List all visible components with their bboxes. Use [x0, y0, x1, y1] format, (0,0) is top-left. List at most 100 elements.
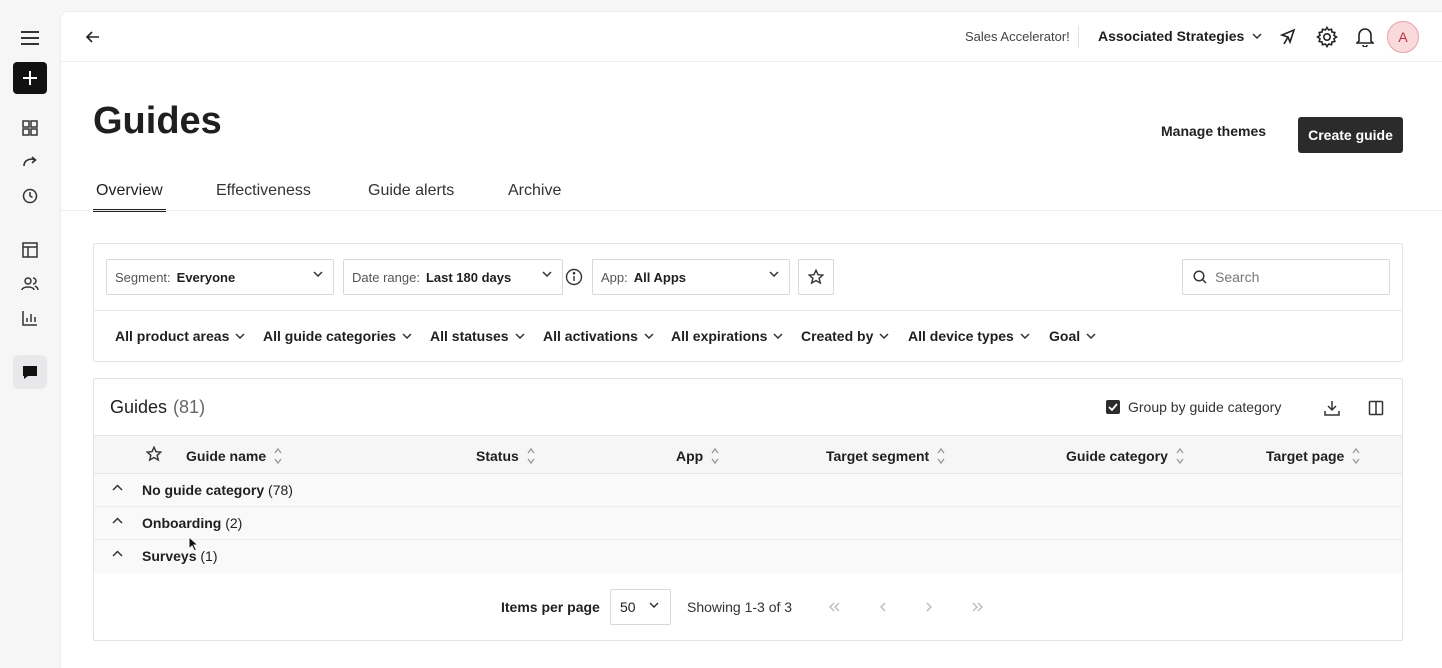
column-label: Guide category: [1066, 448, 1168, 464]
column-header-target-page[interactable]: Target page: [1266, 447, 1360, 465]
sort-icon: [274, 447, 282, 465]
dashboard-icon[interactable]: [13, 111, 47, 145]
filters-panel: Segment: Everyone Date range: Last 180 d…: [93, 243, 1403, 362]
group-label: Onboarding (2): [142, 515, 242, 531]
filter-label: All statuses: [430, 328, 509, 344]
chevron-down-icon: [879, 333, 889, 339]
showing-range: Showing 1-3 of 3: [687, 599, 793, 615]
bell-icon[interactable]: [1353, 25, 1377, 49]
chevron-up-icon[interactable]: [112, 484, 123, 491]
account-name: Associated Strategies: [1098, 28, 1245, 44]
filter-label: All product areas: [115, 328, 230, 344]
app-value: All Apps: [633, 269, 686, 285]
group-row[interactable]: Surveys (1): [94, 540, 1402, 573]
sort-icon: [527, 447, 535, 465]
sort-icon: [937, 447, 945, 465]
app-dropdown[interactable]: App: All Apps: [592, 259, 790, 295]
layout-icon[interactable]: [13, 233, 47, 267]
filter-expirations[interactable]: All expirations: [671, 328, 783, 344]
filters-divider: [94, 310, 1402, 311]
page-title: Guides: [93, 100, 222, 142]
filter-device-types[interactable]: All device types: [908, 328, 1030, 344]
column-header-target-segment[interactable]: Target segment: [826, 447, 945, 465]
star-icon: [808, 269, 824, 285]
column-header-app[interactable]: App: [676, 447, 719, 465]
info-icon[interactable]: [565, 268, 583, 286]
sort-icon: [1352, 447, 1360, 465]
guides-table-card: Guides (81) Group by guide category Guide…: [93, 378, 1403, 641]
analytics-bars-icon[interactable]: [13, 301, 47, 335]
items-per-page-select[interactable]: 50: [610, 589, 671, 625]
first-page-icon[interactable]: [826, 598, 844, 616]
date-range-label: Date range:: [352, 269, 420, 285]
group-row[interactable]: Onboarding (2): [94, 507, 1402, 540]
table-title-text: Guides: [110, 397, 168, 417]
favorite-filter-button[interactable]: [798, 259, 834, 295]
hamburger-menu-icon[interactable]: [13, 21, 47, 55]
column-header-status[interactable]: Status: [476, 447, 535, 465]
chevron-down-icon: [313, 271, 323, 277]
filter-created-by[interactable]: Created by: [801, 328, 889, 344]
account-switcher[interactable]: Associated Strategies: [1098, 28, 1262, 44]
user-avatar[interactable]: A: [1387, 21, 1419, 53]
tab-guide-alerts[interactable]: Guide alerts: [368, 182, 454, 212]
next-page-icon[interactable]: [920, 598, 938, 616]
filter-guide-categories[interactable]: All guide categories: [263, 328, 412, 344]
date-range-dropdown[interactable]: Date range: Last 180 days: [343, 259, 563, 295]
redirect-arrow-icon[interactable]: [13, 145, 47, 179]
column-header-guide-name[interactable]: Guide name: [186, 447, 282, 465]
top-bar: Sales Accelerator! Associated Strategies…: [61, 12, 1442, 62]
app-label: App:: [601, 269, 628, 285]
group-row[interactable]: No guide category (78): [94, 474, 1402, 507]
back-arrow-icon[interactable]: [81, 25, 105, 49]
table-count: (81): [173, 397, 206, 417]
chevron-down-icon: [402, 333, 412, 339]
chevron-down-icon: [769, 271, 779, 277]
filter-label: Created by: [801, 328, 874, 344]
group-by-category-toggle[interactable]: Group by guide category: [1106, 399, 1281, 415]
download-icon[interactable]: [1322, 398, 1342, 418]
tab-archive[interactable]: Archive: [508, 182, 561, 212]
guides-chat-icon[interactable]: [13, 355, 47, 389]
star-icon[interactable]: [146, 446, 162, 462]
tab-effectiveness[interactable]: Effectiveness: [216, 182, 311, 212]
filter-label: All expirations: [671, 328, 768, 344]
group-label: No guide category (78): [142, 482, 293, 498]
segment-dropdown[interactable]: Segment: Everyone: [106, 259, 334, 295]
clock-icon[interactable]: [13, 179, 47, 213]
chevron-up-icon[interactable]: [112, 550, 123, 557]
items-per-page-value: 50: [620, 599, 636, 615]
create-guide-button[interactable]: Create guide: [1298, 117, 1403, 153]
filter-label: All device types: [908, 328, 1014, 344]
filter-product-areas[interactable]: All product areas: [115, 328, 245, 344]
previous-page-icon[interactable]: [873, 598, 891, 616]
column-label: Target page: [1266, 448, 1345, 464]
filter-statuses[interactable]: All statuses: [430, 328, 525, 344]
column-header-guide-category[interactable]: Guide category: [1066, 447, 1184, 465]
chevron-down-icon: [644, 333, 654, 339]
tab-overview[interactable]: Overview: [93, 182, 166, 212]
manage-themes-button[interactable]: Manage themes: [1161, 123, 1266, 139]
column-label: Guide name: [186, 448, 267, 464]
chevron-down-icon: [1020, 333, 1030, 339]
gear-icon[interactable]: [1315, 25, 1339, 49]
filter-activations[interactable]: All activations: [543, 328, 654, 344]
users-icon[interactable]: [13, 267, 47, 301]
group-count: (78): [268, 482, 293, 498]
filter-label: Goal: [1049, 328, 1081, 344]
announcement-icon[interactable]: [1277, 25, 1301, 49]
chevron-up-icon[interactable]: [112, 517, 123, 524]
checkbox-checked-icon[interactable]: [1106, 400, 1120, 414]
chevron-down-icon: [515, 333, 525, 339]
last-page-icon[interactable]: [968, 598, 986, 616]
filter-goal[interactable]: Goal: [1049, 328, 1096, 344]
search-icon: [1193, 270, 1207, 284]
filter-label: All guide categories: [263, 328, 397, 344]
group-count: (2): [225, 515, 243, 531]
filter-label: All activations: [543, 328, 638, 344]
search-input[interactable]: [1215, 269, 1375, 285]
table-header: Guide name Status App Target segment Gui…: [94, 435, 1402, 474]
chevron-down-icon: [649, 602, 659, 608]
columns-icon[interactable]: [1366, 398, 1386, 418]
new-item-plus-icon[interactable]: [13, 62, 47, 94]
